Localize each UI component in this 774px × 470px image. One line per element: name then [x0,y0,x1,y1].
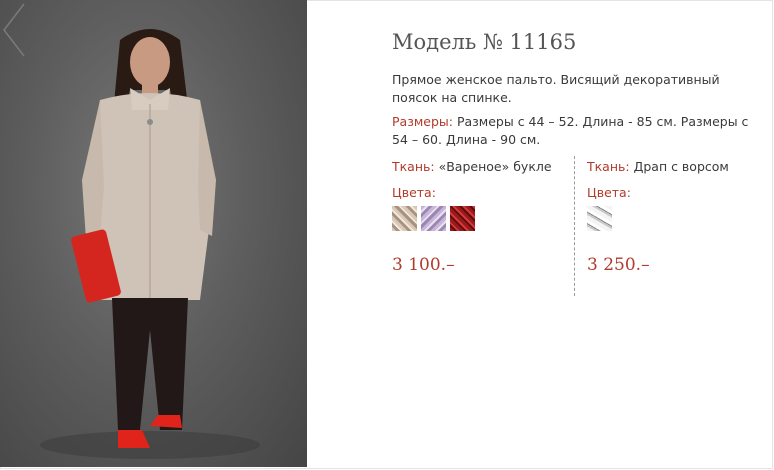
fabric-value: Драп с ворсом [629,159,729,174]
swatch-red-boucle[interactable] [450,206,475,231]
colors-label: Цвета: [587,185,631,200]
variant-drap: Ткань: Драп с ворсом Цвета: 3 250.– [587,158,767,275]
color-swatches [587,206,767,231]
product-description: Прямое женское пальто. Висящий декоратив… [392,72,720,105]
price: 3 100.– [392,255,455,275]
product-photo [0,0,307,467]
product-sizes: Размеры: Размеры с 44 – 52. Длина - 85 с… [392,113,762,149]
fabric-line: Ткань: «Вареное» букле [392,158,572,176]
sizes-label: Размеры: [392,114,453,129]
variant-divider [574,156,575,296]
color-swatches [392,206,572,231]
model-figure [40,29,260,459]
fabric-line: Ткань: Драп с ворсом [587,158,767,176]
chevron-left-icon[interactable] [0,0,30,60]
swatch-grey-white-pile[interactable] [587,206,612,231]
fabric-label: Ткань: [587,159,630,174]
price: 3 250.– [587,255,650,275]
variant-boucle: Ткань: «Вареное» букле Цвета: 3 100.– [392,158,572,275]
colors-label: Цвета: [392,185,436,200]
fabric-label: Ткань: [392,159,435,174]
swatch-lilac-boucle[interactable] [421,206,446,231]
product-title: Модель № 11165 [392,30,577,54]
fabric-value: «Вареное» букле [434,159,552,174]
swatch-beige-boucle[interactable] [392,206,417,231]
